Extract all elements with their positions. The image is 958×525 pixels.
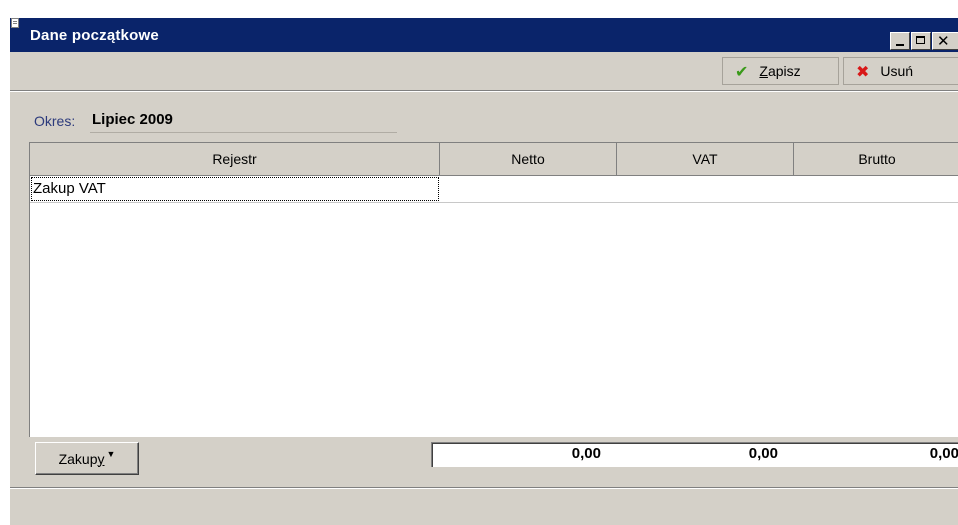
minimize-button[interactable] (890, 32, 910, 50)
save-button-label: Zapisz (759, 63, 801, 79)
toolbar: ✔ Zapisz ✖ Usuń (10, 52, 958, 92)
delete-button[interactable]: ✖ Usuń (843, 57, 958, 85)
table-row[interactable]: Zakup VAT (30, 176, 958, 203)
period-label: Okres: (34, 113, 76, 129)
register-type-dropdown-button[interactable]: Zakupy ▼ (35, 442, 139, 475)
close-icon: ✕ (937, 32, 950, 50)
totals-row: 0,00 0,00 0,00 (431, 442, 958, 467)
register-type-label: Zakupy (58, 450, 105, 467)
column-header-rejestr[interactable]: Rejestr (30, 143, 440, 176)
period-value: Lipiec 2009 (92, 111, 173, 128)
rejestr-cell[interactable]: Zakup VAT (31, 177, 439, 201)
save-button[interactable]: ✔ Zapisz (722, 57, 839, 85)
period-underline (90, 132, 397, 133)
divider (10, 487, 958, 489)
cross-icon: ✖ (856, 61, 870, 81)
total-vat: 0,00 (748, 445, 778, 462)
title-bar[interactable]: Dane początkowe ✕ (10, 18, 958, 52)
maximize-button[interactable] (911, 32, 931, 50)
delete-button-label: Usuń (880, 63, 914, 79)
column-header-netto[interactable]: Netto (440, 143, 617, 176)
column-header-vat[interactable]: VAT (617, 143, 794, 176)
window-title: Dane początkowe (30, 27, 159, 44)
column-header-brutto[interactable]: Brutto (794, 143, 958, 176)
register-table[interactable]: Rejestr Netto VAT Brutto Zakup VAT (29, 142, 958, 437)
chevron-down-icon: ▼ (106, 448, 116, 459)
total-netto: 0,00 (571, 445, 601, 462)
check-icon: ✔ (735, 61, 749, 81)
close-button[interactable]: ✕ (932, 32, 958, 50)
document-icon (11, 18, 19, 28)
main-window: Dane początkowe ✕ ✔ Zapisz ✖ Usuń Okres:… (9, 17, 958, 525)
total-brutto: 0,00 (929, 445, 958, 462)
